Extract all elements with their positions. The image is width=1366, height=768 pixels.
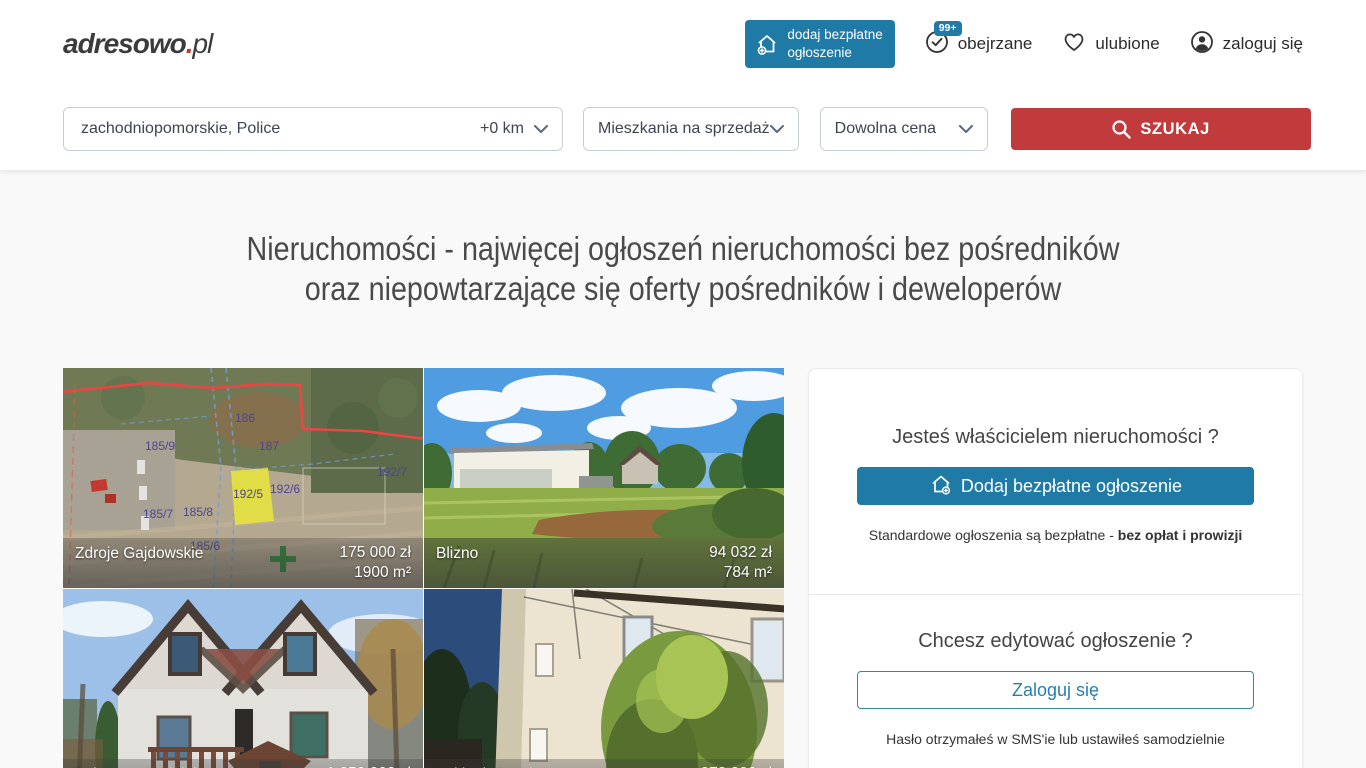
listing-location: Zakrzewo Kościelne: [75, 764, 214, 768]
edit-section: Chcesz edytować ogłoszenie ? Zaloguj się…: [809, 594, 1302, 768]
category-dropdown[interactable]: Mieszkania na sprzedaż: [583, 107, 799, 151]
listing-location: Blizno: [436, 543, 478, 584]
price-value: Dowolna cena: [835, 120, 936, 138]
title-line2: oraz niepowtarzające się oferty pośredni…: [89, 269, 1277, 309]
chevron-down-icon: [959, 125, 973, 133]
search-bar: zachodniopomorskie, Police +0 km Mieszka…: [63, 107, 1303, 151]
listing-card-zakrzewo-koscielne[interactable]: Zakrzewo Kościelne 1 250 000 zł: [63, 589, 423, 768]
page: adresowo.pl dodaj bezpłatne ogłoszenie: [0, 0, 1366, 768]
listing-overlay: Zakrzewo Kościelne 1 250 000 zł: [63, 759, 423, 768]
listing-area: 1900 m²: [354, 563, 411, 583]
title-line1: Nieruchomości - najwięcej ogłoszeń nieru…: [89, 229, 1277, 269]
listing-card-pyki[interactable]: Pyki, ul. Graniczna 270 000 zł: [424, 589, 784, 768]
listing-photo-house: [63, 589, 423, 768]
search-button-label: SZUKAJ: [1140, 120, 1210, 139]
logo-text: adresowo: [63, 28, 186, 59]
favorites-label: ulubione: [1095, 34, 1159, 54]
map-parcel-label: 192/6: [270, 482, 300, 496]
listing-price: 94 032 zł: [709, 543, 772, 563]
map-parcel-label: 192/5: [233, 487, 263, 501]
radius-value: +0 km: [480, 120, 524, 138]
owner-note: Standardowe ogłoszenia są bezpłatne - be…: [857, 527, 1254, 544]
map-parcel-label: 186: [235, 411, 255, 425]
map-parcel-label: 192/7: [377, 465, 407, 479]
location-value: zachodniopomorskie, Police: [81, 120, 280, 138]
radius-dropdown[interactable]: +0 km: [480, 120, 548, 138]
header: adresowo.pl dodaj bezpłatne ogłoszenie: [0, 0, 1366, 170]
listing-overlay: Blizno 94 032 zł 784 m²: [424, 538, 784, 588]
category-value: Mieszkania na sprzedaż: [598, 120, 770, 138]
page-title: Nieruchomości - najwięcej ogłoszeń nieru…: [0, 170, 1366, 309]
chevron-down-icon: [770, 125, 784, 133]
listing-price: 1 250 000 zł: [327, 764, 411, 768]
add-listing-label-line1: dodaj bezpłatne: [787, 26, 882, 44]
owner-panel: Jesteś właścicielem nieruchomości ? Doda…: [808, 368, 1303, 768]
add-listing-label-line2: ogłoszenie: [787, 44, 882, 62]
search-button[interactable]: SZUKAJ: [1011, 108, 1311, 150]
owner-heading: Jesteś właścicielem nieruchomości ?: [857, 426, 1254, 449]
owner-note-bold: bez opłat i prowizji: [1118, 527, 1242, 543]
listing-area: 784 m²: [724, 563, 772, 583]
edit-note: Hasło otrzymałeś w SMS'ie lub ustawiłeś …: [857, 731, 1254, 748]
heart-icon: [1062, 30, 1086, 59]
house-plus-icon: [755, 32, 779, 56]
add-free-listing-button[interactable]: Dodaj bezpłatne ogłoszenie: [857, 467, 1254, 505]
viewed-count-badge: 99+: [934, 21, 962, 37]
header-actions: dodaj bezpłatne ogłoszenie 99+: [745, 20, 1303, 67]
map-parcel-label: 185/7: [143, 507, 173, 521]
listing-location: Pyki, ul. Graniczna: [436, 764, 565, 768]
person-circle-icon: [1190, 30, 1214, 59]
listing-overlay: Pyki, ul. Graniczna 270 000 zł: [424, 759, 784, 768]
map-parcel-label: 185/9: [145, 439, 175, 453]
logo-suffix: pl: [192, 28, 212, 59]
login-label: zaloguj się: [1223, 34, 1303, 54]
location-field[interactable]: zachodniopomorskie, Police +0 km: [63, 107, 563, 151]
login-link[interactable]: zaloguj się: [1190, 30, 1303, 59]
price-dropdown[interactable]: Dowolna cena: [820, 107, 988, 151]
login-button[interactable]: Zaloguj się: [857, 671, 1254, 709]
viewed-link[interactable]: 99+ obejrzane: [925, 30, 1033, 59]
listing-price: 175 000 zł: [339, 543, 411, 563]
edit-heading: Chcesz edytować ogłoszenie ?: [857, 630, 1254, 653]
logo[interactable]: adresowo.pl: [63, 28, 212, 60]
chevron-down-icon: [534, 125, 548, 133]
search-icon: [1111, 119, 1132, 140]
listing-location: Zdroje Gajdowskie: [75, 543, 203, 584]
add-free-listing-label: Dodaj bezpłatne ogłoszenie: [961, 476, 1182, 497]
listing-overlay: Zdroje Gajdowskie 175 000 zł 1900 m²: [63, 538, 423, 588]
house-plus-icon: [929, 472, 953, 501]
listing-card-zdroje-gajdowskie[interactable]: 185/9 186 187 192/5 192/6 192/7 185/7 18…: [63, 368, 423, 588]
map-parcel-label: 185/8: [183, 505, 213, 519]
map-parcel-label: 187: [259, 439, 279, 453]
listing-price: 270 000 zł: [700, 764, 772, 768]
viewed-label: obejrzane: [958, 34, 1033, 54]
favorites-link[interactable]: ulubione: [1062, 30, 1159, 59]
owner-section: Jesteś właścicielem nieruchomości ? Doda…: [809, 369, 1302, 594]
listing-gallery: 185/9 186 187 192/5 192/6 192/7 185/7 18…: [63, 368, 784, 768]
listing-card-blizno[interactable]: Blizno 94 032 zł 784 m²: [424, 368, 784, 588]
hero-section: Nieruchomości - najwięcej ogłoszeń nieru…: [0, 170, 1366, 768]
add-listing-button[interactable]: dodaj bezpłatne ogłoszenie: [745, 20, 894, 67]
listing-photo-wall-tree: [424, 589, 784, 768]
